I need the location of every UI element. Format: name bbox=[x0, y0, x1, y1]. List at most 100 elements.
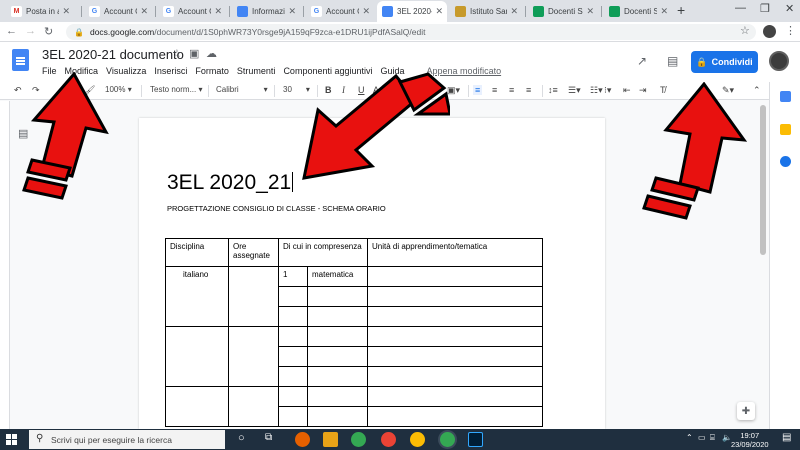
share-button[interactable]: 🔒 Condividi bbox=[691, 51, 758, 73]
table-cell[interactable]: italiano bbox=[165, 266, 229, 327]
table-cell[interactable] bbox=[367, 346, 543, 367]
chrome-icon[interactable] bbox=[410, 432, 425, 447]
table-cell[interactable] bbox=[278, 286, 308, 307]
forward-button[interactable]: → bbox=[25, 25, 36, 37]
table-cell[interactable] bbox=[278, 386, 308, 407]
photoshop-icon[interactable] bbox=[468, 432, 483, 447]
browser-menu-icon[interactable]: ⋮ bbox=[785, 24, 796, 37]
tab-account-1[interactable]: GAccount Go✕ bbox=[84, 1, 152, 22]
table-cell[interactable] bbox=[367, 406, 543, 427]
menu-inserisci[interactable]: Inserisci bbox=[154, 66, 187, 76]
table-cell[interactable]: 1 bbox=[278, 266, 308, 287]
document-title[interactable]: 3EL 2020-21 documento bbox=[42, 47, 184, 62]
collapse-menu-icon[interactable]: ⌃ bbox=[753, 85, 761, 96]
table-header[interactable]: Ore assegnate bbox=[228, 238, 279, 267]
close-icon[interactable]: ✕ bbox=[435, 6, 443, 17]
close-icon[interactable]: ✕ bbox=[140, 6, 148, 17]
tab-docenti-2[interactable]: Docenti San✕ bbox=[604, 1, 672, 22]
move-folder-icon[interactable]: ▣ bbox=[189, 47, 199, 60]
table-cell[interactable] bbox=[278, 366, 308, 387]
decrease-indent-icon[interactable]: ⇤ bbox=[623, 85, 631, 96]
align-center-icon[interactable]: ≡ bbox=[492, 85, 497, 95]
justify-icon[interactable]: ≡ bbox=[526, 85, 531, 95]
font-select[interactable]: Calibri ▾ bbox=[216, 85, 268, 94]
table-header[interactable]: Di cui in compresenza bbox=[278, 238, 368, 267]
minimize-button[interactable]: — bbox=[735, 2, 746, 14]
tab-account-2[interactable]: GAccount Go✕ bbox=[158, 1, 226, 22]
explore-button[interactable]: ✚ bbox=[737, 402, 755, 420]
table-cell[interactable] bbox=[228, 326, 279, 387]
battery-icon[interactable]: ▭ bbox=[698, 433, 706, 442]
close-icon[interactable]: ✕ bbox=[288, 6, 296, 17]
table-cell[interactable] bbox=[307, 286, 368, 307]
table-cell[interactable] bbox=[367, 266, 543, 287]
tab-3el-docs[interactable]: 3EL 2020-2✕ bbox=[377, 1, 447, 22]
tab-informazioni[interactable]: Informazioni✕ bbox=[232, 1, 300, 22]
activity-trend-icon[interactable]: ↗ bbox=[637, 54, 647, 68]
table-cell[interactable] bbox=[307, 386, 368, 407]
bookmark-star-icon[interactable]: ☆ bbox=[740, 24, 750, 37]
bulleted-list-icon[interactable]: ⁝▾ bbox=[604, 85, 611, 96]
close-icon[interactable]: ✕ bbox=[510, 6, 518, 17]
firefox-icon[interactable] bbox=[295, 432, 310, 447]
align-right-icon[interactable]: ≡ bbox=[509, 85, 514, 95]
table-header[interactable]: Unità di apprendimento/tematica bbox=[367, 238, 543, 267]
table-cell[interactable] bbox=[307, 366, 368, 387]
table-cell[interactable] bbox=[367, 286, 543, 307]
table-header[interactable]: Disciplina bbox=[165, 238, 229, 267]
maximize-button[interactable]: ❐ bbox=[760, 2, 770, 15]
notifications-icon[interactable]: ▤ bbox=[782, 432, 791, 443]
star-icon[interactable]: ☆ bbox=[172, 47, 182, 60]
table-cell[interactable] bbox=[228, 266, 279, 327]
numbered-list-icon[interactable]: ☷▾ bbox=[590, 85, 603, 96]
line-spacing-icon[interactable]: ↕≡ bbox=[548, 85, 558, 95]
cortana-icon[interactable]: ○ bbox=[238, 432, 245, 444]
calendar-icon[interactable] bbox=[780, 91, 791, 102]
chrome-icon[interactable] bbox=[440, 432, 455, 447]
tray-up-icon[interactable]: ⌃ bbox=[686, 433, 693, 442]
back-button[interactable]: ← bbox=[6, 25, 17, 37]
vertical-scrollbar[interactable] bbox=[760, 105, 766, 255]
table-cell[interactable] bbox=[307, 346, 368, 367]
table-cell[interactable] bbox=[165, 326, 229, 387]
table-cell[interactable] bbox=[278, 306, 308, 327]
file-explorer-icon[interactable] bbox=[323, 432, 338, 447]
style-select[interactable]: Testo norm... ▾ bbox=[150, 85, 203, 94]
close-icon[interactable]: ✕ bbox=[214, 6, 222, 17]
document-heading[interactable]: 3EL 2020_21 bbox=[167, 171, 294, 195]
table-cell[interactable] bbox=[367, 386, 543, 407]
browser-profile-avatar[interactable] bbox=[763, 25, 776, 38]
table-cell[interactable] bbox=[307, 326, 368, 347]
checklist-icon[interactable]: ☰▾ bbox=[568, 85, 581, 96]
tab-istituto[interactable]: Istituto San ✕ bbox=[450, 1, 522, 22]
table-cell[interactable] bbox=[367, 326, 543, 347]
taskbar-search[interactable]: ⚲ Scrivi qui per eseguire la ricerca bbox=[29, 430, 225, 449]
tab-account-3[interactable]: GAccount Go✕ bbox=[306, 1, 374, 22]
comments-icon[interactable]: ▤ bbox=[667, 54, 678, 68]
table-cell[interactable]: matematica bbox=[307, 266, 368, 287]
table-cell[interactable] bbox=[278, 346, 308, 367]
close-icon[interactable]: ✕ bbox=[660, 6, 668, 17]
taskbar-clock[interactable]: 19:07 23/09/2020 bbox=[731, 431, 769, 449]
table-cell[interactable] bbox=[165, 386, 229, 427]
table-cell[interactable] bbox=[367, 366, 543, 387]
url-field[interactable]: 🔒 docs.google.com/document/d/1S0phWR73Y0… bbox=[66, 24, 756, 40]
menu-formato[interactable]: Formato bbox=[195, 66, 229, 76]
chrome-icon[interactable] bbox=[381, 432, 396, 447]
table-cell[interactable] bbox=[307, 306, 368, 327]
table-cell[interactable] bbox=[307, 406, 368, 427]
user-avatar[interactable] bbox=[769, 51, 789, 71]
menu-strumenti[interactable]: Strumenti bbox=[237, 66, 276, 76]
table-cell[interactable] bbox=[278, 326, 308, 347]
network-icon[interactable]: ⌸ bbox=[710, 433, 715, 443]
menu-visualizza[interactable]: Visualizza bbox=[106, 66, 146, 76]
keep-icon[interactable] bbox=[780, 124, 791, 135]
reload-button[interactable]: ↻ bbox=[44, 25, 53, 38]
tab-gmail[interactable]: MPosta in arr✕ bbox=[6, 1, 74, 22]
table-cell[interactable] bbox=[228, 386, 279, 427]
docs-logo-icon[interactable] bbox=[12, 49, 29, 71]
align-left-icon[interactable]: ≡ bbox=[473, 85, 483, 95]
close-icon[interactable]: ✕ bbox=[586, 6, 594, 17]
tasks-icon[interactable] bbox=[780, 156, 791, 167]
task-view-icon[interactable]: ⧉ bbox=[265, 432, 272, 443]
